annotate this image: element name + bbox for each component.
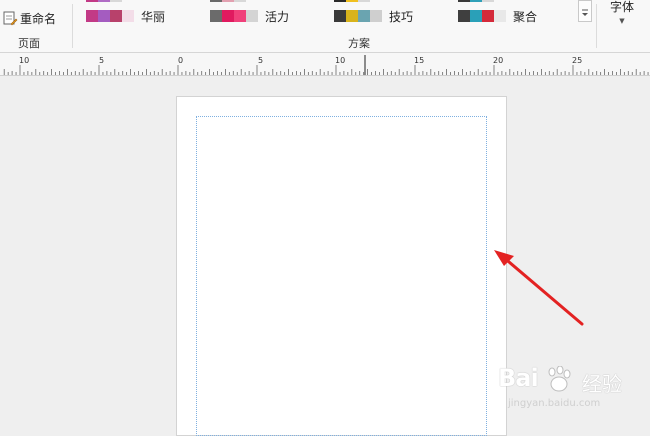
ruler-label: 10 — [335, 56, 346, 65]
color-swatch — [122, 10, 134, 22]
chevron-down-icon: ▼ — [619, 17, 625, 25]
group-separator — [596, 4, 597, 48]
ribbon: 重命名 页面 华丽 活力 技巧 聚合 方案 字体 ▼ — [0, 0, 650, 53]
color-swatch — [86, 10, 98, 22]
annotation-arrow-icon — [494, 250, 584, 326]
watermark-logo: Bai — [498, 364, 539, 392]
scheme-top-row-3[interactable] — [334, 0, 370, 2]
ruler-label: 5 — [99, 56, 105, 65]
fonts-button[interactable]: 字体 ▼ — [602, 0, 642, 30]
color-swatch — [98, 10, 110, 22]
ribbon-top-cut-row — [0, 0, 650, 3]
scheme-name: 技巧 — [389, 9, 414, 24]
ruler-label: 20 — [493, 56, 504, 65]
paw-icon — [548, 366, 571, 392]
group-separator — [72, 4, 73, 48]
color-swatch — [222, 10, 234, 22]
watermark-brand: 经验 — [582, 372, 622, 396]
color-swatch — [458, 10, 470, 22]
horizontal-ruler[interactable]: 10 5 0 5 10 15 20 25 — [0, 53, 650, 76]
color-swatch — [370, 10, 382, 22]
scheme-item-1[interactable]: 活力 — [210, 9, 290, 24]
color-swatch — [246, 10, 258, 22]
schemes-group-label: 方案 — [348, 37, 370, 50]
rename-button[interactable]: 重命名 — [2, 9, 56, 27]
color-swatch — [210, 10, 222, 22]
color-swatch — [482, 10, 494, 22]
ruler-ticks — [3, 55, 649, 75]
scheme-name: 聚合 — [513, 9, 538, 24]
scheme-top-row-2[interactable] — [210, 0, 246, 2]
scheme-name: 活力 — [265, 9, 290, 24]
ruler-label: 5 — [258, 56, 264, 65]
watermark: Bai 经验 jingyan.baidu.com — [494, 364, 644, 416]
ruler-label: 25 — [572, 56, 583, 65]
color-swatch — [334, 10, 346, 22]
scheme-top-row-4[interactable] — [458, 0, 494, 2]
rename-label: 重命名 — [20, 11, 57, 26]
scheme-item-3[interactable]: 聚合 — [458, 9, 538, 24]
scheme-top-row-1[interactable] — [86, 0, 122, 2]
rename-page-icon — [3, 11, 18, 26]
color-swatch — [346, 10, 358, 22]
gallery-expand-icon — [582, 9, 588, 16]
ruler-label: 0 — [178, 56, 184, 65]
margin-guide — [196, 116, 487, 436]
color-swatch — [470, 10, 482, 22]
scheme-item-2[interactable]: 技巧 — [334, 9, 414, 24]
color-swatch — [110, 10, 122, 22]
color-swatch — [358, 10, 370, 22]
fonts-label: 字体 — [609, 0, 634, 14]
gallery-more-button[interactable] — [578, 0, 592, 22]
ruler-label: 15 — [414, 56, 425, 65]
scheme-name: 华丽 — [141, 9, 166, 24]
color-swatch — [234, 10, 246, 22]
watermark-url: jingyan.baidu.com — [508, 398, 601, 409]
color-swatch — [494, 10, 506, 22]
scheme-item-0[interactable]: 华丽 — [86, 9, 166, 24]
ruler-label: 10 — [19, 56, 30, 65]
page-group-label: 页面 — [18, 37, 40, 50]
